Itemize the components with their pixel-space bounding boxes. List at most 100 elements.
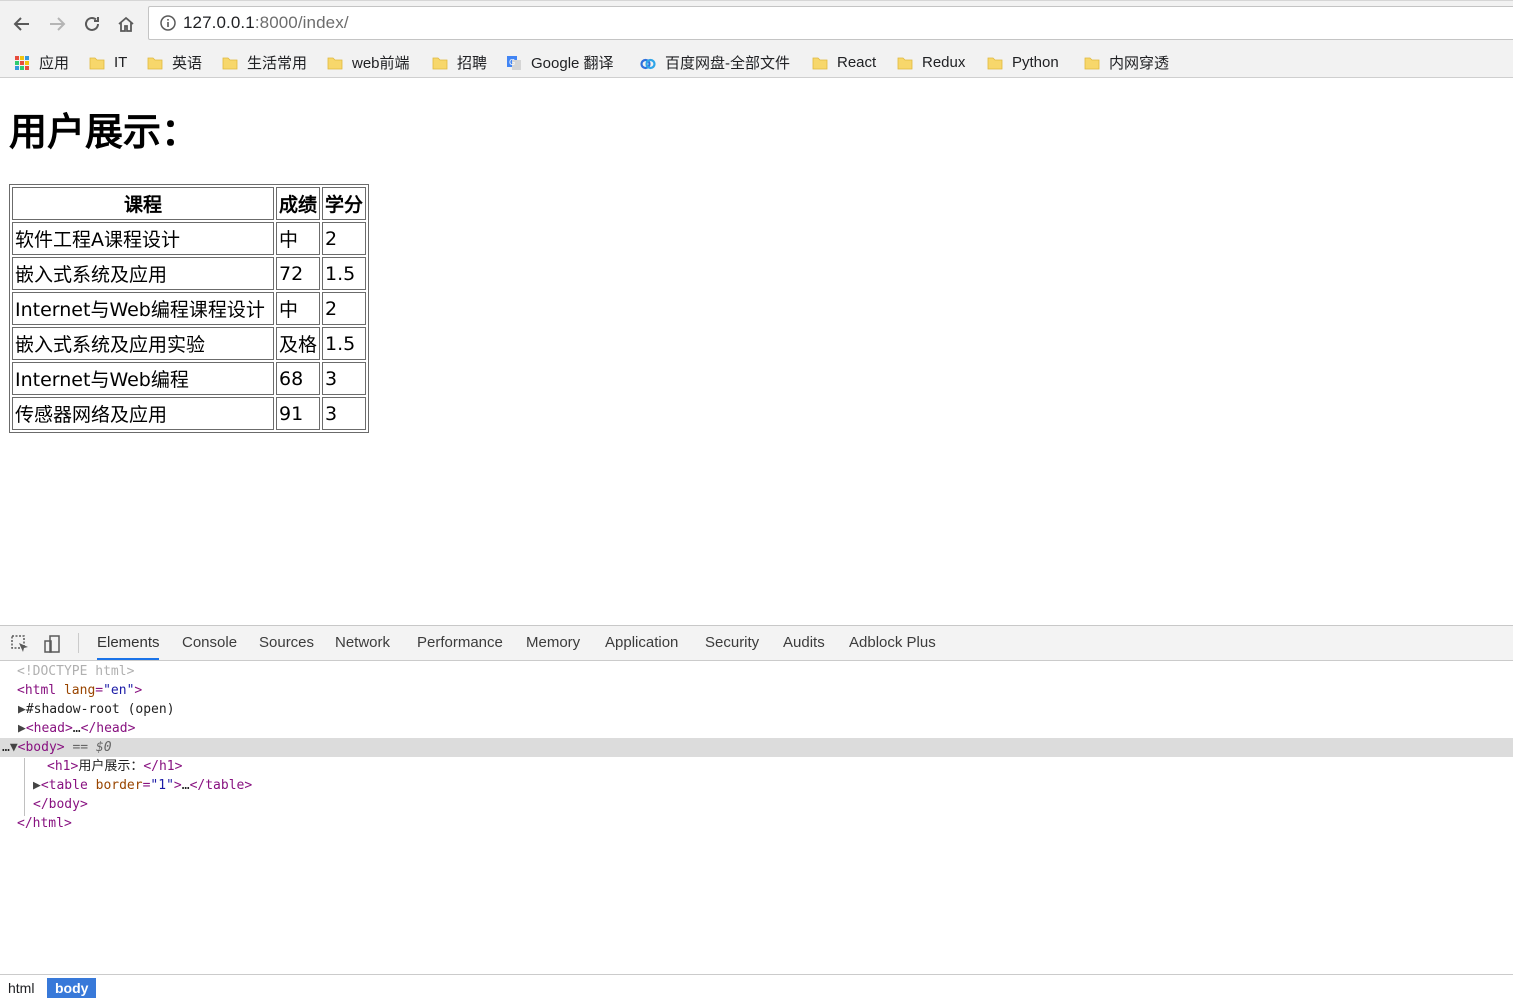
- browser-toolbar: 127.0.0.1:8000/index/: [0, 0, 1513, 49]
- bookmark-daily[interactable]: 生活常用: [222, 48, 307, 77]
- toolbar-divider: [78, 633, 79, 653]
- bookmark-label: 应用: [39, 55, 70, 72]
- table-row: Internet与Web编程 68 3: [12, 362, 367, 395]
- course-cell: 软件工程A课程设计: [12, 222, 274, 255]
- bookmark-label: Google 翻译: [531, 55, 614, 72]
- bookmark-label: 百度网盘-全部文件: [665, 55, 790, 72]
- inspect-element-icon[interactable]: [9, 633, 31, 655]
- credit-cell: 1.5: [322, 257, 367, 290]
- dom-head[interactable]: ▶<head>…</head>: [0, 719, 1513, 738]
- folder-icon: [147, 57, 163, 69]
- bookmark-label: 英语: [172, 55, 203, 72]
- bookmark-label: React: [837, 54, 877, 71]
- breadcrumb: html body: [0, 974, 1513, 1000]
- course-cell: Internet与Web编程课程设计: [12, 292, 274, 325]
- tab-security[interactable]: Security: [705, 626, 759, 660]
- tab-elements[interactable]: Elements: [97, 626, 160, 660]
- bookmark-label: Redux: [922, 54, 966, 71]
- dom-html-open[interactable]: <html lang="en">: [0, 681, 1513, 700]
- dom-h1[interactable]: <h1>用户展示：</h1>: [0, 757, 1513, 776]
- tab-performance[interactable]: Performance: [417, 626, 503, 660]
- tab-memory[interactable]: Memory: [526, 626, 580, 660]
- home-button[interactable]: [112, 10, 140, 38]
- dom-table[interactable]: ▶<table border="1">…</table>: [0, 776, 1513, 795]
- bookmark-intranet[interactable]: 内网穿透: [1084, 48, 1169, 77]
- address-bar[interactable]: 127.0.0.1:8000/index/: [148, 6, 1513, 40]
- device-toolbar-icon[interactable]: [42, 633, 64, 655]
- tab-network[interactable]: Network: [335, 626, 390, 660]
- table-row: 传感器网络及应用 91 3: [12, 397, 367, 430]
- url-text[interactable]: 127.0.0.1:8000/index/: [183, 13, 349, 33]
- table-row: 软件工程A课程设计 中 2: [12, 222, 367, 255]
- devtools-tabbar: Elements Console Sources Network Perform…: [0, 626, 1513, 661]
- course-cell: 传感器网络及应用: [12, 397, 274, 430]
- column-header-credit: 学分: [322, 187, 367, 220]
- back-button[interactable]: [8, 10, 36, 38]
- bookmark-label: 内网穿透: [1109, 55, 1170, 72]
- grade-cell: 91: [276, 397, 321, 430]
- bookmark-react[interactable]: React: [812, 48, 876, 77]
- folder-icon: [987, 57, 1003, 69]
- baidu-netdisk-icon: [640, 58, 656, 69]
- dom-html-close[interactable]: </html>: [0, 814, 1513, 833]
- expand-triangle-icon[interactable]: ▶: [33, 778, 41, 793]
- bookmark-english[interactable]: 英语: [147, 48, 202, 77]
- reload-icon: [85, 16, 99, 31]
- grade-cell: 中: [276, 222, 321, 255]
- bookmark-it[interactable]: IT: [89, 48, 127, 77]
- bookmark-label: Python: [1012, 54, 1059, 71]
- bookmark-jobs[interactable]: 招聘: [432, 48, 487, 77]
- grades-table: 课程 成绩 学分 软件工程A课程设计 中 2 嵌入式系统及应用 72 1.5 I…: [9, 184, 370, 433]
- grade-cell: 68: [276, 362, 321, 395]
- course-cell: Internet与Web编程: [12, 362, 274, 395]
- apps-grid-icon: [15, 55, 29, 70]
- credit-cell: 1.5: [322, 327, 367, 360]
- folder-icon: [812, 57, 828, 69]
- arrow-left-icon: [13, 17, 29, 31]
- table-header-row: 课程 成绩 学分: [12, 187, 367, 220]
- bookmark-apps[interactable]: 应用: [14, 48, 69, 77]
- bookmark-label: 生活常用: [247, 55, 308, 72]
- reload-button[interactable]: [78, 10, 106, 38]
- credit-cell: 3: [322, 362, 367, 395]
- folder-icon: [89, 57, 105, 69]
- dom-doctype[interactable]: <!DOCTYPE html>: [0, 662, 1513, 681]
- dom-body-close[interactable]: </body>: [0, 795, 1513, 814]
- home-icon: [118, 16, 134, 32]
- tab-sources[interactable]: Sources: [259, 626, 314, 660]
- column-header-grade: 成绩: [276, 187, 321, 220]
- bookmark-google-translate[interactable]: G Google 翻译: [506, 48, 614, 77]
- more-actions-icon[interactable]: …: [2, 740, 10, 755]
- indent-guide: [24, 758, 25, 816]
- tab-console[interactable]: Console: [182, 626, 237, 660]
- credit-cell: 3: [322, 397, 367, 430]
- breadcrumb-body[interactable]: body: [47, 978, 97, 998]
- expand-triangle-icon[interactable]: ▶: [18, 721, 26, 736]
- dom-body-selected[interactable]: …▼<body> == $0: [0, 738, 1513, 757]
- breadcrumb-html[interactable]: html: [0, 978, 42, 998]
- bookmark-python[interactable]: Python: [987, 48, 1059, 77]
- bookmark-label: 招聘: [457, 55, 488, 72]
- credit-cell: 2: [322, 292, 367, 325]
- tab-adblock-plus[interactable]: Adblock Plus: [849, 626, 936, 660]
- bookmark-web-frontend[interactable]: web前端: [327, 48, 410, 77]
- info-icon[interactable]: [160, 15, 176, 31]
- grade-cell: 72: [276, 257, 321, 290]
- bookmark-baidu-netdisk[interactable]: 百度网盘-全部文件: [640, 48, 790, 77]
- svg-text:G: G: [509, 58, 515, 67]
- course-cell: 嵌入式系统及应用实验: [12, 327, 274, 360]
- expand-triangle-icon[interactable]: ▶: [18, 702, 26, 717]
- dom-shadow-root[interactable]: ▶#shadow-root (open): [0, 700, 1513, 719]
- credit-cell: 2: [322, 222, 367, 255]
- collapse-triangle-icon[interactable]: ▼: [10, 740, 18, 755]
- bookmark-redux[interactable]: Redux: [897, 48, 965, 77]
- folder-icon: [897, 57, 913, 69]
- bookmark-label: web前端: [352, 55, 410, 72]
- tab-audits[interactable]: Audits: [783, 626, 825, 660]
- grade-cell: 及格: [276, 327, 321, 360]
- forward-button[interactable]: [43, 10, 71, 38]
- folder-icon: [432, 57, 448, 69]
- course-cell: 嵌入式系统及应用: [12, 257, 274, 290]
- table-row: Internet与Web编程课程设计 中 2: [12, 292, 367, 325]
- tab-application[interactable]: Application: [605, 626, 678, 660]
